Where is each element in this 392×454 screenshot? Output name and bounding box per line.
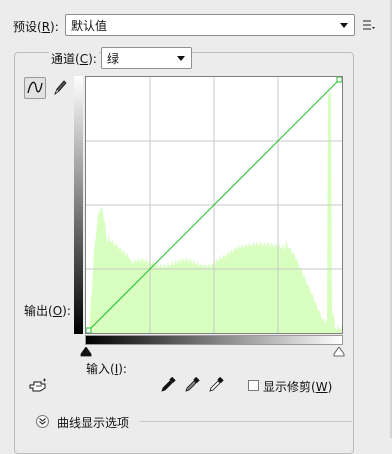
output-gradient-bar [74, 76, 83, 334]
show-clipping-label-suffix: ) [327, 380, 333, 394]
channel-dropdown[interactable]: 绿 [101, 47, 192, 69]
preset-dropdown[interactable]: 默认值 [65, 14, 355, 36]
show-clipping-checkbox[interactable] [248, 380, 259, 391]
channel-shortcut: C [79, 52, 89, 66]
output-shortcut: O [52, 304, 63, 318]
pencil-tool-button[interactable] [51, 78, 69, 98]
input-gradient-bar [85, 335, 343, 345]
channel-label-text: 通道( [51, 52, 80, 66]
curve-graph[interactable] [85, 76, 343, 334]
output-label-text: 输出( [24, 304, 53, 318]
expand-chevron-icon [39, 418, 46, 425]
curve-point-black [86, 327, 92, 333]
curve-icon [27, 81, 43, 94]
show-clipping-shortcut: W [315, 380, 328, 394]
panel-menu-icon[interactable] [362, 18, 376, 32]
channel-label: 通道(C): [49, 50, 99, 67]
gray-point-eyedropper-icon[interactable] [184, 376, 200, 393]
black-point-eyedropper-icon[interactable] [160, 376, 176, 393]
black-point-slider[interactable] [80, 346, 92, 357]
show-clipping-label-text: 显示修剪( [263, 380, 316, 394]
preset-label: 预设(R): [13, 18, 59, 35]
curve-point-white [336, 77, 342, 83]
curve-display-options-label: 曲线显示选项 [57, 416, 130, 430]
output-label-suffix: ): [62, 304, 71, 318]
options-divider [140, 421, 352, 422]
preset-value: 默认值 [71, 19, 108, 33]
channel-label-suffix: ): [88, 52, 97, 66]
input-label: 输入(I): [86, 360, 127, 377]
input-label-text: 输入( [86, 362, 115, 376]
input-label-suffix: ): [118, 362, 127, 376]
output-label: 输出(O): [24, 302, 71, 319]
target-adjust-hand-icon[interactable] [28, 378, 48, 394]
pencil-icon [54, 80, 67, 96]
chevron-down-icon [340, 23, 348, 28]
preset-label-suffix: ): [50, 20, 59, 34]
preset-label-text: 预设( [13, 20, 42, 34]
channel-value: 绿 [107, 52, 120, 66]
white-point-eyedropper-icon[interactable] [208, 376, 224, 393]
chevron-down-icon [177, 56, 185, 61]
curve-tool-button[interactable] [24, 77, 46, 99]
expand-options-button[interactable] [36, 415, 49, 428]
show-clipping-label: 显示修剪(W) [263, 378, 332, 395]
preset-shortcut: R [41, 20, 51, 34]
white-point-slider[interactable] [333, 346, 345, 357]
